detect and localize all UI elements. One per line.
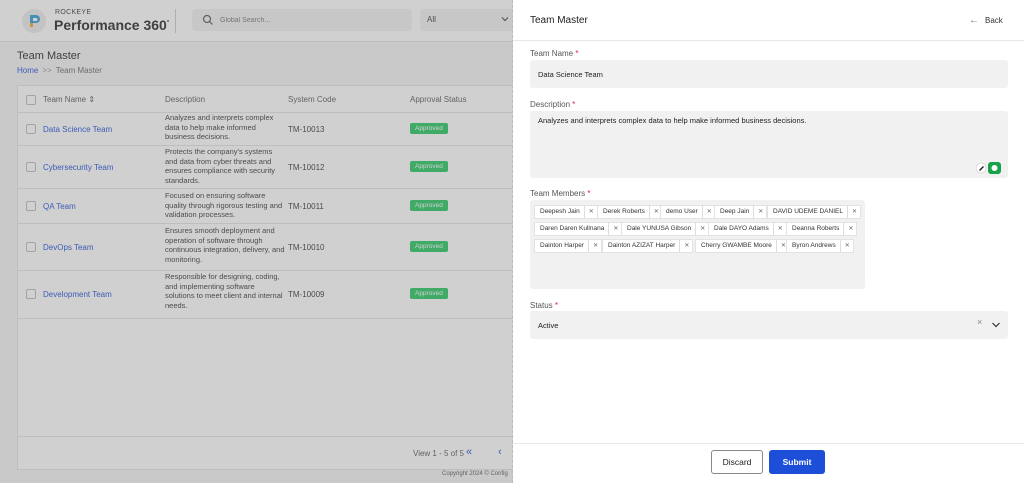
remove-icon[interactable]: ✕: [772, 223, 783, 235]
member-chip[interactable]: DAVID UDEME DANIEL ✕: [767, 205, 861, 219]
remove-icon[interactable]: ✕: [695, 223, 705, 235]
drawer-header: Team Master ← Back: [513, 0, 1024, 41]
remove-icon[interactable]: ✕: [679, 240, 689, 252]
back-button[interactable]: ← Back: [969, 15, 1003, 26]
member-chip[interactable]: demo User ✕: [660, 205, 716, 219]
member-chip[interactable]: Dainton AZIZAT Harper ✕: [602, 239, 694, 253]
remove-icon[interactable]: ✕: [839, 240, 850, 252]
submit-button[interactable]: Submit: [769, 450, 825, 474]
chevron-down-icon[interactable]: [991, 320, 1001, 330]
clear-icon[interactable]: ×: [977, 317, 982, 327]
remove-icon[interactable]: ✕: [753, 206, 763, 218]
member-chip[interactable]: Deep Jain ✕: [714, 205, 768, 219]
drawer-title: Team Master: [530, 15, 588, 26]
member-chip[interactable]: Dale DAYO Adams ✕: [708, 222, 787, 236]
status-label: Status *: [530, 301, 559, 310]
status-select[interactable]: Active ×: [530, 311, 1008, 339]
member-chip[interactable]: Dale YUNUSA Gibson ✕: [621, 222, 710, 236]
member-chip[interactable]: Cherry GWAMBE Moore ✕: [695, 239, 790, 253]
member-chip[interactable]: Deepesh Jain ✕: [534, 205, 598, 219]
description-label: Description *: [530, 100, 576, 109]
description-actions: [975, 161, 1002, 177]
description-field[interactable]: Analyzes and interprets complex data to …: [530, 111, 1008, 178]
status-value: Active: [538, 321, 559, 330]
grammar-assist-icon[interactable]: [988, 162, 1001, 174]
member-chip[interactable]: Dainton Harper ✕: [534, 239, 603, 253]
remove-icon[interactable]: ✕: [843, 223, 853, 235]
team-members-multiselect[interactable]: Deepesh Jain ✕ Derek Roberts ✕ demo User ✕ …: [530, 200, 865, 289]
remove-icon[interactable]: ✕: [648, 206, 659, 218]
team-name-label: Team Name *: [530, 49, 579, 58]
remove-icon[interactable]: ✕: [588, 240, 598, 252]
remove-icon[interactable]: ✕: [846, 206, 857, 218]
member-chip[interactable]: Daren Daren Kullnana ✕: [534, 222, 623, 236]
member-chip[interactable]: Derek Roberts ✕: [597, 205, 663, 219]
discard-button[interactable]: Discard: [711, 450, 763, 474]
remove-icon[interactable]: ✕: [701, 206, 712, 218]
member-chip[interactable]: Deanna Roberts ✕: [786, 222, 858, 236]
remove-icon[interactable]: ✕: [608, 223, 618, 235]
team-name-field[interactable]: Data Science Team: [530, 60, 1008, 88]
remove-icon[interactable]: ✕: [775, 240, 786, 252]
team-name-value: Data Science Team: [538, 70, 603, 79]
remove-icon[interactable]: ✕: [583, 206, 594, 218]
drawer-footer-divider: [513, 443, 1024, 444]
edit-icon[interactable]: [975, 162, 987, 174]
team-master-drawer: Team Master ← Back Team Name * Data Scien…: [513, 0, 1024, 483]
member-chip[interactable]: Byron Andrews ✕: [786, 239, 854, 253]
description-value: Analyzes and interprets complex data to …: [538, 116, 807, 125]
arrow-left-icon: ←: [969, 15, 979, 26]
team-members-label: Team Members *: [530, 189, 591, 198]
modal-overlay[interactable]: [0, 0, 513, 483]
